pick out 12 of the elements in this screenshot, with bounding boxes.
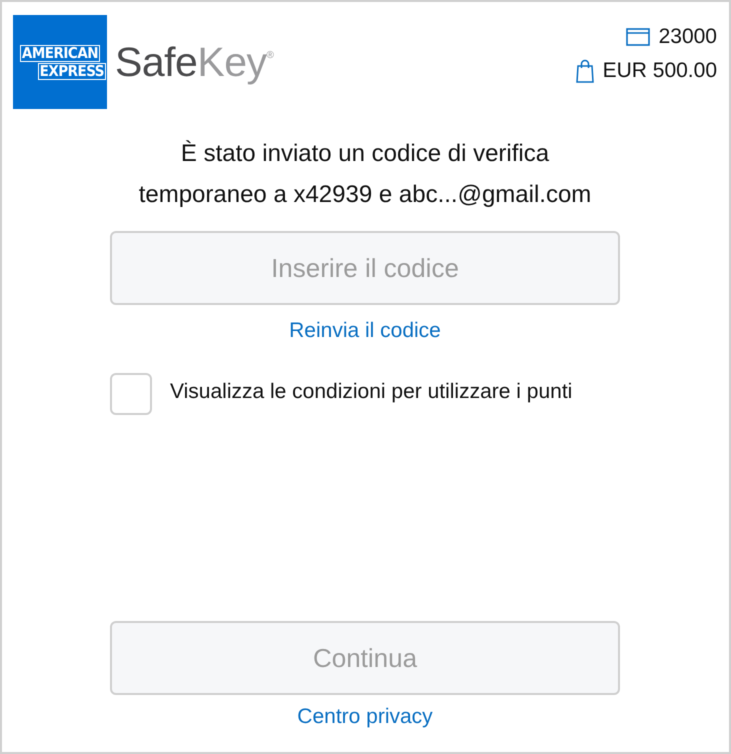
privacy-center-link[interactable]: Centro privacy <box>297 705 433 729</box>
terms-checkbox[interactable] <box>110 373 152 415</box>
terms-label: Visualizza le condizioni per utilizzare i punti <box>170 379 572 405</box>
shopping-bag-icon <box>576 59 594 83</box>
amount: EUR 500.00 <box>602 59 717 83</box>
resend-code-link[interactable]: Reinvia il codice <box>289 319 441 343</box>
code-input-field[interactable]: Inserire il codice <box>110 231 620 305</box>
card-number: 23000 <box>658 25 717 49</box>
card-brand-logo: AMERICAN EXPRESS <box>13 15 107 109</box>
product-logo-text: SafeKey$^{®}$ <box>115 38 274 86</box>
card-icon <box>626 28 650 46</box>
verification-message: È stato inviato un codice di verifica temporaneo a x42939 e abc...@gmail.com <box>138 139 592 210</box>
